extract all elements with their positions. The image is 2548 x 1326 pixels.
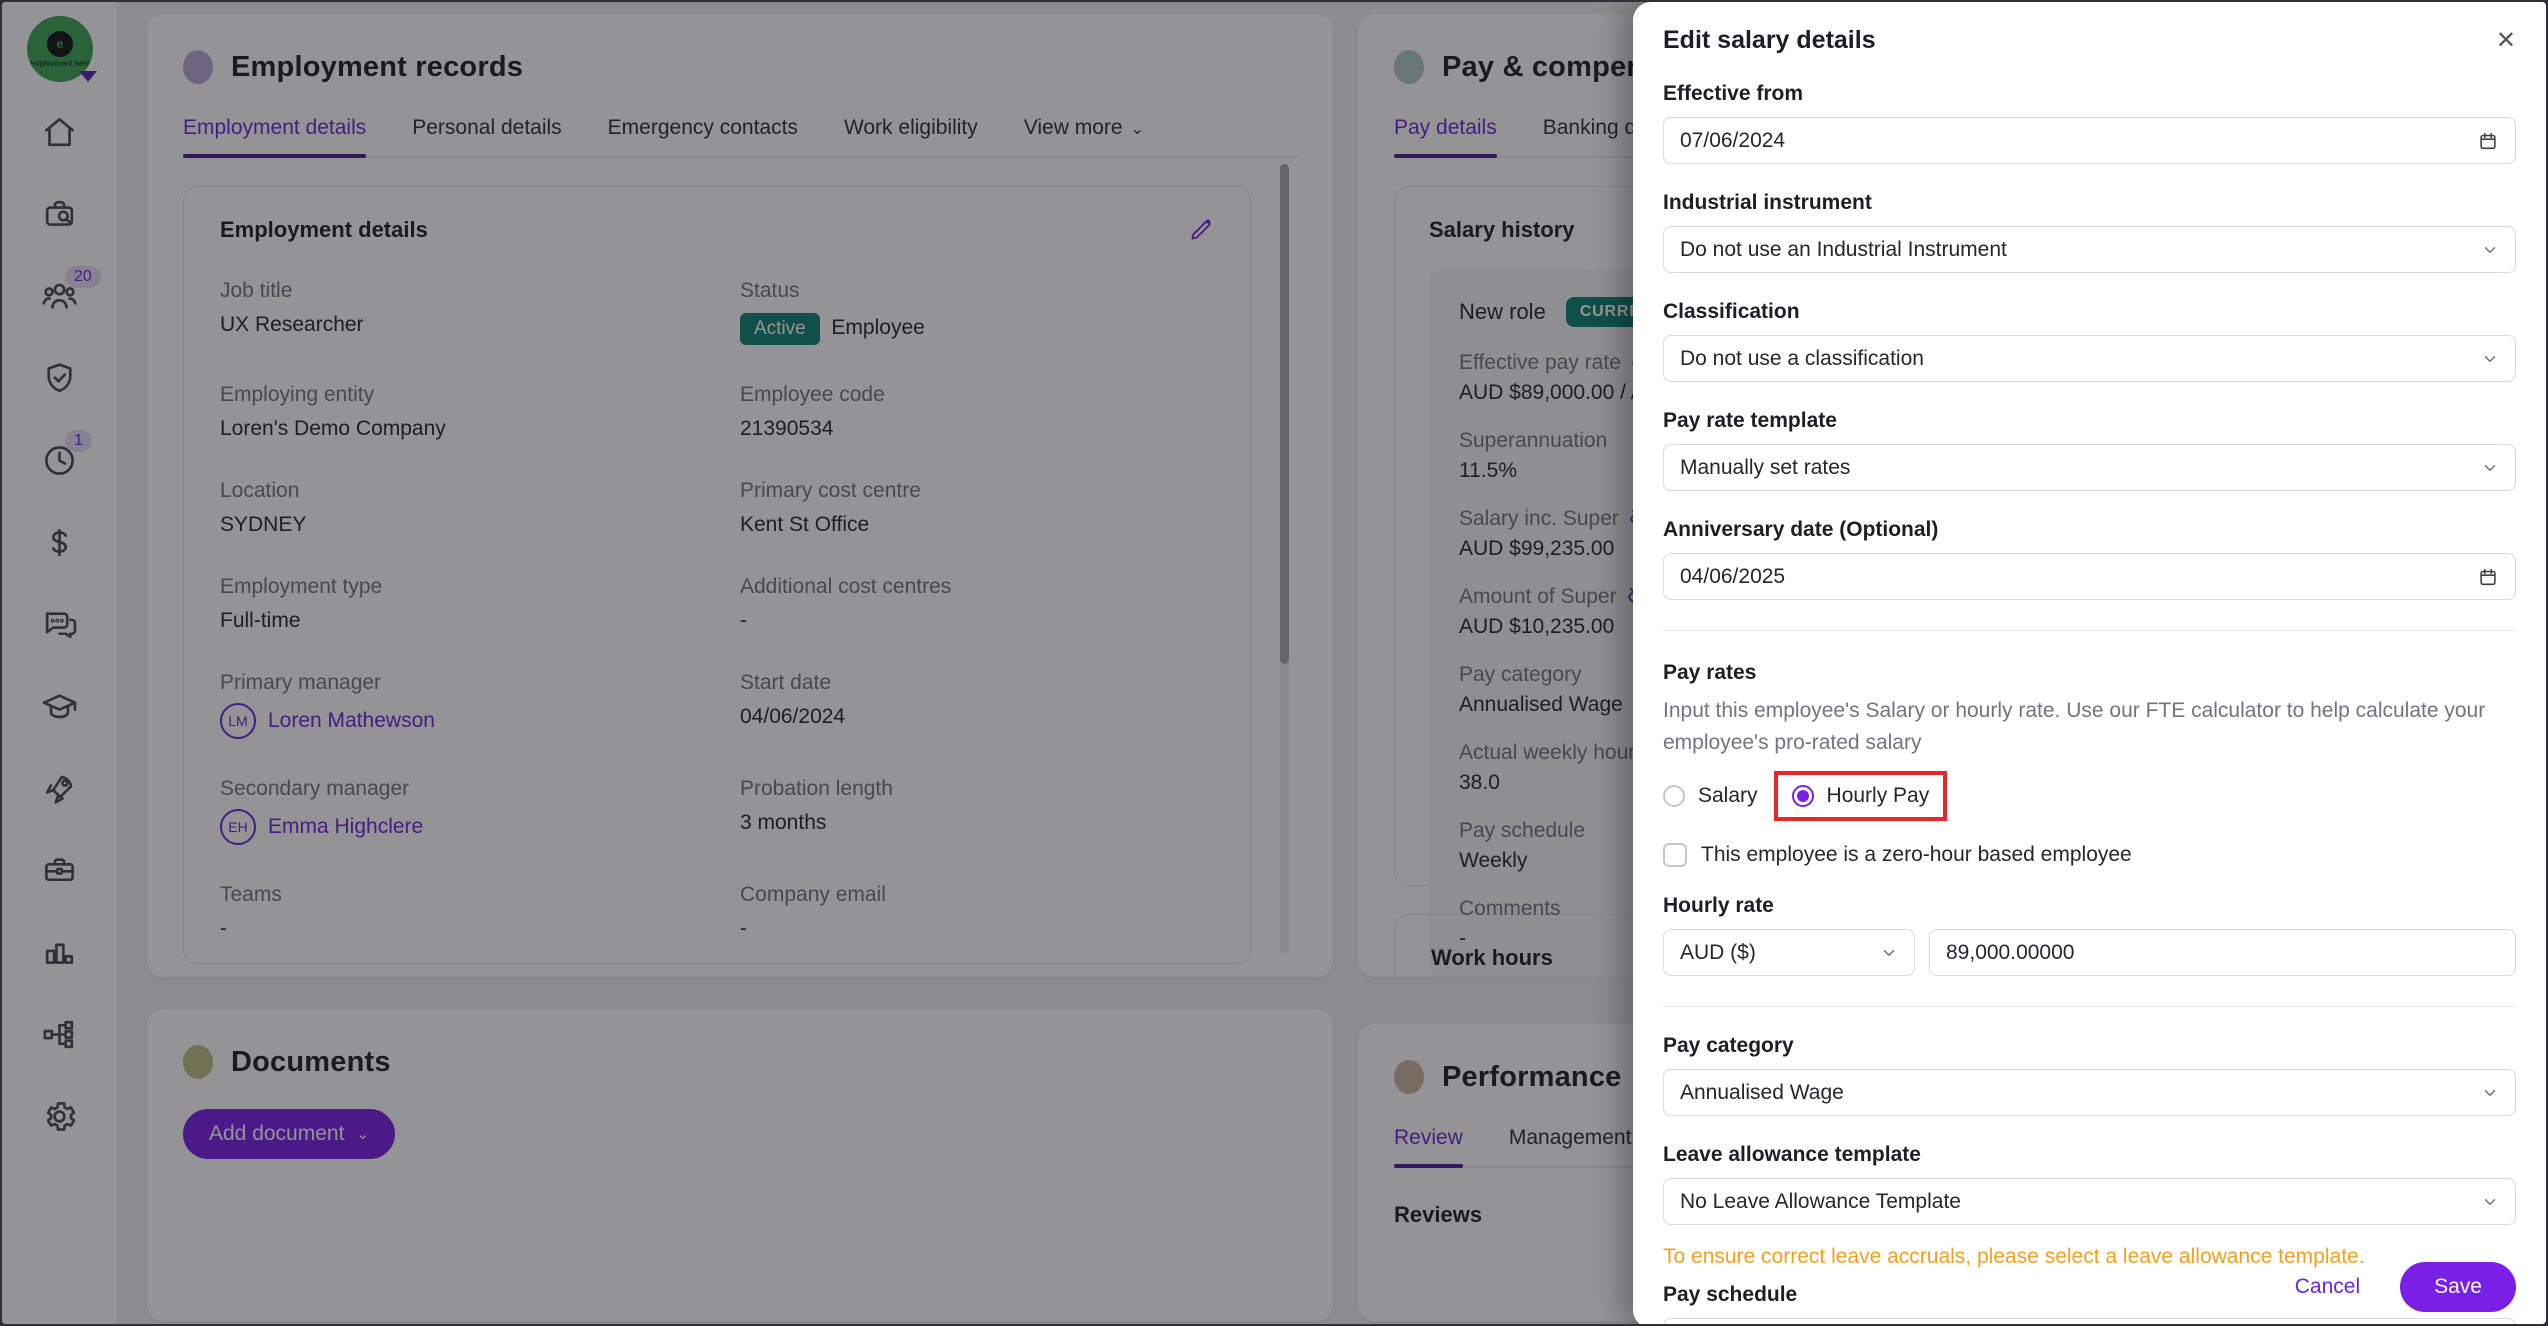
- save-button[interactable]: Save: [2400, 1262, 2516, 1312]
- currency-select[interactable]: AUD ($): [1663, 929, 1915, 976]
- classification-select[interactable]: Do not use a classification: [1663, 335, 2516, 382]
- calendar-icon[interactable]: [2477, 130, 2499, 152]
- radio-checked-icon: [1792, 785, 1814, 807]
- drawer-title: Edit salary details: [1663, 26, 1876, 55]
- pay-schedule-select[interactable]: Weekly: [1663, 1318, 2516, 1326]
- pay-category-select[interactable]: Annualised Wage: [1663, 1069, 2516, 1116]
- hourly-rate-input[interactable]: 89,000.00000: [1929, 929, 2516, 976]
- radio-unchecked-icon: [1663, 785, 1685, 807]
- edit-salary-drawer: Edit salary details ✕ Effective from 07/…: [1633, 2, 2546, 1326]
- checkbox-unchecked-icon[interactable]: [1663, 843, 1687, 867]
- cancel-button[interactable]: Cancel: [2295, 1275, 2360, 1299]
- section-divider: [1663, 630, 2516, 631]
- chevron-down-icon: [2481, 1084, 2499, 1102]
- chevron-down-icon: [1880, 944, 1898, 962]
- chevron-down-icon: [2481, 459, 2499, 477]
- effective-from-group: Effective from 07/06/2024: [1663, 82, 2516, 164]
- industrial-instrument-group: Industrial instrument Do not use an Indu…: [1663, 191, 2516, 273]
- chevron-down-icon: [2481, 1193, 2499, 1211]
- leave-allowance-template-group: Leave allowance template No Leave Allowa…: [1663, 1143, 2516, 1225]
- chevron-down-icon: [2481, 241, 2499, 259]
- classification-group: Classification Do not use a classificati…: [1663, 300, 2516, 382]
- anniversary-date-group: Anniversary date (Optional) 04/06/2025: [1663, 518, 2516, 600]
- calendar-icon[interactable]: [2477, 566, 2499, 588]
- pay-type-radio-group: Salary Hourly Pay: [1663, 771, 2516, 821]
- pay-rate-template-select[interactable]: Manually set rates: [1663, 444, 2516, 491]
- leave-allowance-template-select[interactable]: No Leave Allowance Template: [1663, 1178, 2516, 1225]
- industrial-instrument-select[interactable]: Do not use an Industrial Instrument: [1663, 226, 2516, 273]
- pay-rates-helper: Input this employee's Salary or hourly r…: [1663, 695, 2516, 759]
- salary-radio[interactable]: Salary: [1663, 784, 1758, 808]
- zero-hour-checkbox-row[interactable]: This employee is a zero-hour based emplo…: [1663, 843, 2516, 867]
- hourly-pay-radio[interactable]: Hourly Pay: [1792, 784, 1930, 808]
- anniversary-date-input[interactable]: 04/06/2025: [1663, 553, 2516, 600]
- pay-rates-heading: Pay rates: [1663, 661, 2516, 685]
- section-divider: [1663, 1006, 2516, 1007]
- hourly-rate-group: Hourly rate AUD ($) 89,000.00000: [1663, 894, 2516, 976]
- pay-rate-template-group: Pay rate template Manually set rates: [1663, 409, 2516, 491]
- drawer-footer: Cancel Save: [2295, 1262, 2516, 1312]
- effective-from-input[interactable]: 07/06/2024: [1663, 117, 2516, 164]
- app-window: e employment hero 20 1: [0, 0, 2548, 1326]
- close-icon[interactable]: ✕: [2496, 29, 2516, 53]
- annotation-highlight-box: Hourly Pay: [1774, 771, 1948, 821]
- pay-category-group: Pay category Annualised Wage: [1663, 1034, 2516, 1116]
- chevron-down-icon: [2481, 350, 2499, 368]
